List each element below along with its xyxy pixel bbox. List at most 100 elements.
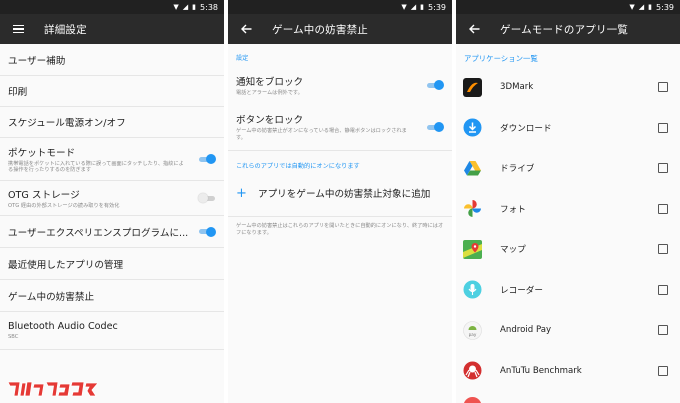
app-name: レコーダー (500, 285, 543, 296)
page-title: ゲームモードのアプリ一覧 (500, 23, 629, 36)
app-name: フォト (500, 204, 526, 215)
block-notifications-toggle[interactable] (426, 80, 444, 90)
settings-item-bluetooth-codec[interactable]: Bluetooth Audio Codec SBC (0, 312, 224, 350)
app-bar: 詳細設定 (0, 14, 224, 44)
app-row-download[interactable]: ダウンロード (456, 108, 680, 149)
drive-icon (463, 159, 482, 178)
back-arrow-icon[interactable] (238, 21, 254, 37)
app-name: ダウンロード (500, 123, 552, 134)
wifi-icon: ▼ (629, 2, 635, 11)
item-title: Bluetooth Audio Codec (8, 320, 118, 332)
app-row-drive[interactable]: ドライブ (456, 148, 680, 189)
antutu-icon (463, 361, 482, 380)
section-header-apps: アプリケーション一覧 (464, 54, 538, 63)
app-checkbox[interactable] (658, 122, 668, 133)
app-checkbox[interactable] (658, 325, 668, 336)
item-subtitle: 電話とアラームは例外です。 (236, 89, 303, 96)
settings-item-scheduled-power[interactable]: スケジュール電源オン/オフ (0, 107, 224, 138)
item-title: OTG ストレージ (8, 189, 80, 201)
recorder-icon (463, 280, 482, 299)
item-subtitle: ゲーム中の妨害禁止がオンになっている場合、静電ボタンはロックされます。 (236, 128, 407, 141)
battery-icon: ▮ (648, 2, 653, 11)
item-title: ポケットモード (8, 147, 76, 159)
item-subtitle: SBC (8, 333, 19, 340)
section-header-settings: 設定 (236, 55, 249, 62)
gaming-dnd-screen: ▼ ◢ ▮ 5:39 ゲーム中の妨害禁止 設定 通知をブロック 電話とアラームは… (228, 0, 452, 403)
app-row-android-pay[interactable]: pay Android Pay (456, 310, 680, 351)
signal-icon: ◢ (638, 2, 645, 11)
app-name: ドライブ (500, 164, 535, 175)
page-title: ゲーム中の妨害禁止 (272, 23, 368, 36)
app-checkbox[interactable] (658, 203, 668, 214)
svg-text:pay: pay (469, 332, 477, 337)
app-row-photos[interactable]: フォト (456, 189, 680, 230)
lock-buttons-toggle[interactable] (426, 122, 444, 132)
gaming-app-list-screen: ▼ ◢ ▮ 5:39 ゲームモードのアプリ一覧 アプリケーション一覧 3DMar… (456, 0, 680, 403)
app-row-partial[interactable] (456, 391, 680, 403)
item-title: ボタンをロック (236, 115, 304, 127)
settings-item-pocket-mode[interactable]: ポケットモード 携帯電話をポケットに入れている際に誤って画面にタッチしたり、指紋… (0, 138, 224, 181)
plus-icon: + (236, 185, 247, 201)
app-checkbox[interactable] (658, 284, 668, 295)
app-name: 3DMark (500, 82, 534, 93)
user-experience-toggle[interactable] (198, 226, 216, 237)
watermark-logo (7, 381, 99, 397)
item-title: ユーザーエクスペリエンスプログラムに... (8, 227, 189, 239)
item-title: ゲーム中の妨害禁止 (8, 291, 95, 303)
wifi-icon: ▼ (173, 2, 179, 11)
item-title: ユーザー補助 (8, 55, 66, 67)
android-pay-icon: pay (463, 320, 482, 340)
status-time: 5:38 (200, 2, 218, 12)
signal-icon: ◢ (182, 2, 189, 11)
menu-icon[interactable] (10, 21, 26, 37)
app-row-antutu[interactable]: AnTuTu Benchmark (456, 351, 680, 392)
app-row-recorder[interactable]: レコーダー (456, 270, 680, 311)
maps-icon (463, 239, 482, 259)
item-title: スケジュール電源オン/オフ (8, 118, 126, 129)
app-bar: ゲーム中の妨害禁止 (228, 14, 452, 44)
app-checkbox[interactable] (658, 244, 668, 255)
settings-item-recent-apps[interactable]: 最近使用したアプリの管理 (0, 248, 224, 280)
item-title: 印刷 (8, 87, 28, 98)
app-name: AnTuTu Benchmark (500, 365, 582, 376)
settings-item-printing[interactable]: 印刷 (0, 76, 224, 107)
add-app-button[interactable]: + アプリをゲーム中の妨害禁止対象に追加 (228, 170, 452, 216)
block-notifications-row[interactable]: 通知をブロック 電話とアラームは例外です。 (228, 66, 452, 104)
item-subtitle: OTG 経由の外部ストレージの読み取りを有効化 (8, 202, 120, 209)
status-bar: ▼ ◢ ▮ 5:39 (456, 0, 680, 14)
app-name: マップ (500, 245, 526, 256)
app-checkbox[interactable] (658, 365, 668, 376)
settings-list: ユーザー補助 印刷 スケジュール電源オン/オフ ポケットモード 携帯電話をポケッ… (0, 44, 224, 350)
app-row-3dmark[interactable]: 3DMark (456, 67, 680, 108)
back-arrow-icon[interactable] (466, 21, 482, 37)
app-checkbox[interactable] (658, 163, 668, 174)
status-bar: ▼ ◢ ▮ 5:38 (0, 0, 224, 14)
settings-item-user-experience[interactable]: ユーザーエクスペリエンスプログラムに... (0, 216, 224, 248)
wifi-icon: ▼ (401, 2, 407, 11)
page-title: 詳細設定 (44, 23, 87, 36)
otg-storage-toggle[interactable] (198, 193, 216, 203)
app-list: アプリケーション一覧 3DMark ダウンロード ドライブ フォト マップ レコ… (456, 44, 680, 403)
app-bar: ゲームモードのアプリ一覧 (456, 14, 680, 44)
status-time: 5:39 (428, 2, 446, 12)
status-time: 5:39 (656, 2, 674, 12)
lock-buttons-row[interactable]: ボタンをロック ゲーム中の妨害禁止がオンになっている場合、静電ボタンはロックされ… (228, 104, 452, 150)
pocket-mode-toggle[interactable] (198, 154, 216, 164)
app-name: Android Pay (500, 325, 552, 336)
status-bar: ▼ ◢ ▮ 5:39 (228, 0, 452, 14)
item-subtitle: 携帯電話をポケットに入れている際に誤って画面にタッチしたり、指紋による操作を行っ… (8, 160, 184, 174)
settings-item-otg-storage[interactable]: OTG ストレージ OTG 経由の外部ストレージの読み取りを有効化 (0, 181, 224, 216)
battery-icon: ▮ (192, 2, 197, 11)
app-checkbox[interactable] (658, 82, 668, 93)
settings-item-accessibility[interactable]: ユーザー補助 (0, 44, 224, 76)
footer-note: ゲーム中の妨害禁止はこれらのアプリを開いたときに自動的にオンになり、終了時にはオ… (236, 223, 444, 237)
app-row-maps[interactable]: マップ (456, 229, 680, 270)
download-icon (463, 118, 482, 137)
section-header-auto-apps: これらのアプリでは自動的にオンになります (236, 163, 360, 170)
3dmark-icon (463, 77, 482, 97)
settings-item-gaming-dnd[interactable]: ゲーム中の妨害禁止 (0, 280, 224, 312)
advanced-settings-screen: ▼ ◢ ▮ 5:38 詳細設定 ユーザー補助 印刷 スケジュール電源オン/オフ … (0, 0, 224, 403)
add-app-label: アプリをゲーム中の妨害禁止対象に追加 (258, 189, 431, 200)
item-title: 最近使用したアプリの管理 (8, 259, 124, 271)
photos-icon (463, 199, 482, 218)
